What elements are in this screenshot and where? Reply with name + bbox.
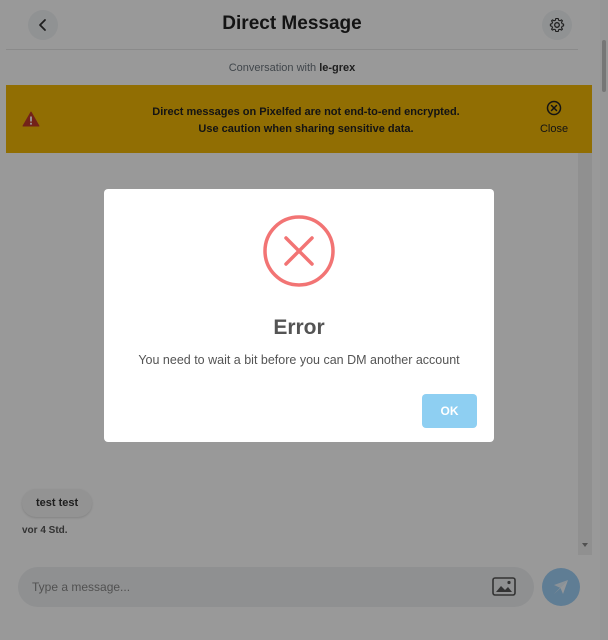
dialog-message: You need to wait a bit before you can DM… — [138, 353, 460, 367]
ok-button[interactable]: OK — [422, 394, 477, 428]
error-dialog: Error You need to wait a bit before you … — [104, 189, 494, 442]
dialog-title: Error — [273, 316, 325, 339]
error-x-icon — [263, 215, 335, 287]
